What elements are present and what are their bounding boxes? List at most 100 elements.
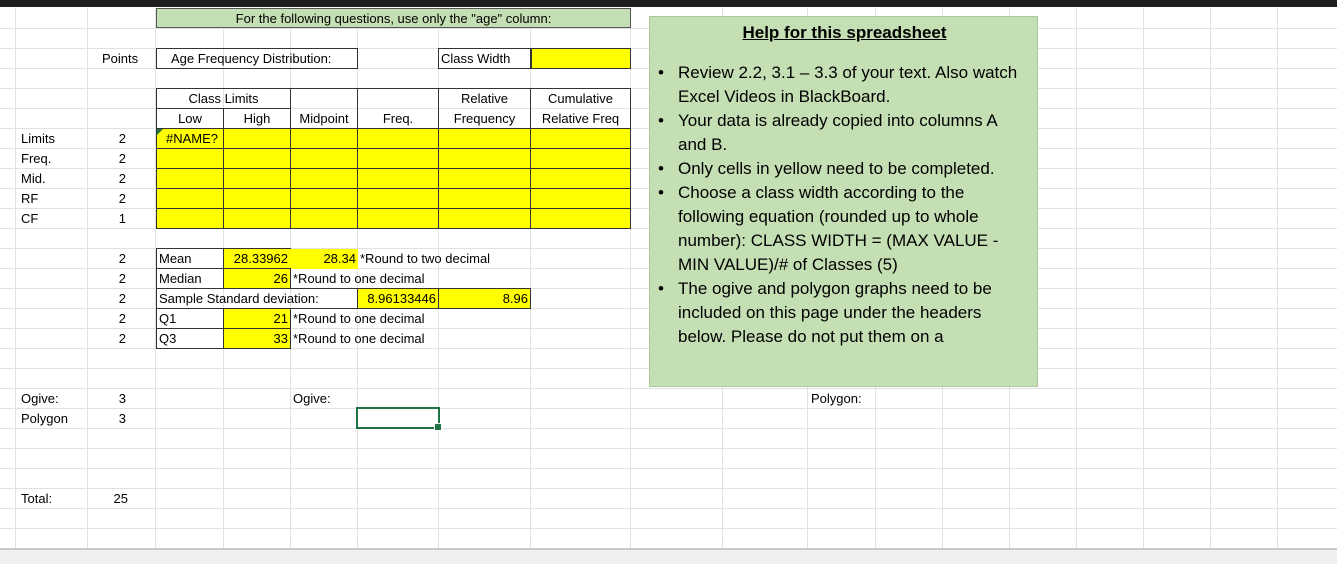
freq-header-text: Freq. xyxy=(382,111,414,126)
gridline xyxy=(1076,8,1077,548)
bullet-icon: • xyxy=(658,183,664,202)
freq-header[interactable]: Freq. xyxy=(357,88,439,129)
stats-points-sd[interactable]: 2 xyxy=(88,289,126,309)
bullet-icon: • xyxy=(658,111,664,130)
row-label-cf[interactable]: CF xyxy=(21,209,38,229)
q3-label-text: Q3 xyxy=(159,331,177,346)
freq-dist-label[interactable]: Age Frequency Distribution: xyxy=(156,48,358,69)
row-points-freq[interactable]: 2 xyxy=(88,149,126,169)
row-points-cf[interactable]: 1 xyxy=(88,209,126,229)
column-header-strip xyxy=(0,0,1337,7)
instructions-banner[interactable]: For the following questions, use only th… xyxy=(156,8,631,28)
row-label-mid[interactable]: Mid. xyxy=(21,169,46,189)
row-points-limits[interactable]: 2 xyxy=(88,129,126,149)
ogive-header[interactable]: Ogive: xyxy=(293,389,331,409)
gridline xyxy=(0,428,1337,429)
bullet-icon: • xyxy=(658,279,664,298)
cumulative-freq-header[interactable]: Cumulative Relative Freq xyxy=(530,88,631,129)
relative-freq-header-line2: Frequency xyxy=(453,111,516,126)
mean-note[interactable]: *Round to two decimal xyxy=(360,249,490,269)
median-value[interactable]: 26 xyxy=(223,268,291,289)
gridline xyxy=(0,528,1337,529)
gridline xyxy=(0,408,1337,409)
sd-value[interactable]: 8.96133446 xyxy=(357,288,439,309)
gridline xyxy=(1277,8,1278,548)
help-item: • Choose a class width according to the f… xyxy=(658,181,1028,277)
mean-label[interactable]: Mean xyxy=(156,248,224,269)
high-header[interactable]: High xyxy=(223,108,291,129)
stats-points-q1[interactable]: 2 xyxy=(88,309,126,329)
q1-value-text: 21 xyxy=(273,311,288,326)
frequency-table-inputs[interactable] xyxy=(156,128,631,229)
low-header-text: Low xyxy=(178,111,202,126)
stats-points-median[interactable]: 2 xyxy=(88,269,126,289)
stats-points-q3[interactable]: 2 xyxy=(88,329,126,349)
q3-value[interactable]: 33 xyxy=(223,328,291,349)
total-points[interactable]: 25 xyxy=(88,489,128,509)
help-item-text: Review 2.2, 3.1 – 3.3 of your text. Also… xyxy=(678,63,1018,106)
polygon-header[interactable]: Polygon: xyxy=(811,389,862,409)
help-item-text: Choose a class width according to the fo… xyxy=(678,183,999,274)
mean-value-text: 28.33962 xyxy=(233,251,288,266)
error-cell[interactable]: #NAME? xyxy=(166,129,218,149)
q1-note[interactable]: *Round to one decimal xyxy=(293,309,425,329)
gridline xyxy=(0,508,1337,509)
q3-value-text: 33 xyxy=(273,331,288,346)
help-item: • Your data is already copied into column… xyxy=(658,109,1028,157)
fill-handle[interactable] xyxy=(434,423,442,431)
gridline xyxy=(1210,8,1211,548)
points-header[interactable]: Points xyxy=(102,49,138,69)
gridline xyxy=(0,468,1337,469)
row-label-rf[interactable]: RF xyxy=(21,189,38,209)
gridline xyxy=(0,488,1337,489)
low-header[interactable]: Low xyxy=(156,108,224,129)
class-width-input[interactable] xyxy=(531,48,631,69)
help-item-text: Only cells in yellow need to be complete… xyxy=(678,159,995,178)
total-label[interactable]: Total: xyxy=(21,489,52,509)
instructions-banner-text: For the following questions, use only th… xyxy=(235,11,552,26)
midpoint-header[interactable]: Midpoint xyxy=(290,88,358,129)
mean-value[interactable]: 28.33962 xyxy=(223,248,291,269)
row-label-polygon[interactable]: Polygon xyxy=(21,409,68,429)
class-width-label[interactable]: Class Width xyxy=(438,48,531,69)
row-label-freq[interactable]: Freq. xyxy=(21,149,51,169)
row-points-polygon[interactable]: 3 xyxy=(88,409,126,429)
q3-note[interactable]: *Round to one decimal xyxy=(293,329,425,349)
help-item-text: Your data is already copied into columns… xyxy=(678,111,997,154)
sd-value-text: 8.96133446 xyxy=(367,291,436,306)
q1-label[interactable]: Q1 xyxy=(156,308,224,329)
sd-rounded[interactable]: 8.96 xyxy=(438,288,531,309)
stats-points-mean[interactable]: 2 xyxy=(88,249,126,269)
mean-rounded[interactable]: 28.34 xyxy=(290,249,358,269)
cumulative-freq-header-line1: Cumulative xyxy=(547,91,614,106)
sd-label[interactable]: Sample Standard deviation: xyxy=(156,288,358,309)
bullet-icon: • xyxy=(658,63,664,82)
relative-freq-header-line1: Relative xyxy=(461,91,508,106)
high-header-text: High xyxy=(243,111,271,126)
gridline xyxy=(0,388,1337,389)
help-textbox[interactable]: Help for this spreadsheet • Review 2.2, 3… xyxy=(649,16,1038,387)
error-indicator-icon xyxy=(157,129,163,135)
midpoint-header-text: Midpoint xyxy=(299,111,349,126)
q1-label-text: Q1 xyxy=(159,311,177,326)
gridline xyxy=(0,448,1337,449)
mean-rounded-text: 28.34 xyxy=(323,251,356,266)
relative-freq-header[interactable]: Relative Frequency xyxy=(438,88,531,129)
median-label[interactable]: Median xyxy=(156,268,224,289)
sd-rounded-text: 8.96 xyxy=(502,291,528,306)
median-note[interactable]: *Round to one decimal xyxy=(293,269,425,289)
q3-label[interactable]: Q3 xyxy=(156,328,224,349)
help-item: • Review 2.2, 3.1 – 3.3 of your text. Als… xyxy=(658,61,1028,109)
q1-value[interactable]: 21 xyxy=(223,308,291,329)
gridline xyxy=(15,8,16,548)
row-label-ogive[interactable]: Ogive: xyxy=(21,389,59,409)
class-limits-header[interactable]: Class Limits xyxy=(156,88,291,109)
gridline xyxy=(1143,8,1144,548)
row-points-ogive[interactable]: 3 xyxy=(88,389,126,409)
row-points-rf[interactable]: 2 xyxy=(88,189,126,209)
help-item-text: The ogive and polygon graphs need to be … xyxy=(678,279,992,346)
row-points-mid[interactable]: 2 xyxy=(88,169,126,189)
class-width-label-text: Class Width xyxy=(441,51,511,66)
active-cell-selection[interactable] xyxy=(356,407,442,431)
row-label-limits[interactable]: Limits xyxy=(21,129,55,149)
